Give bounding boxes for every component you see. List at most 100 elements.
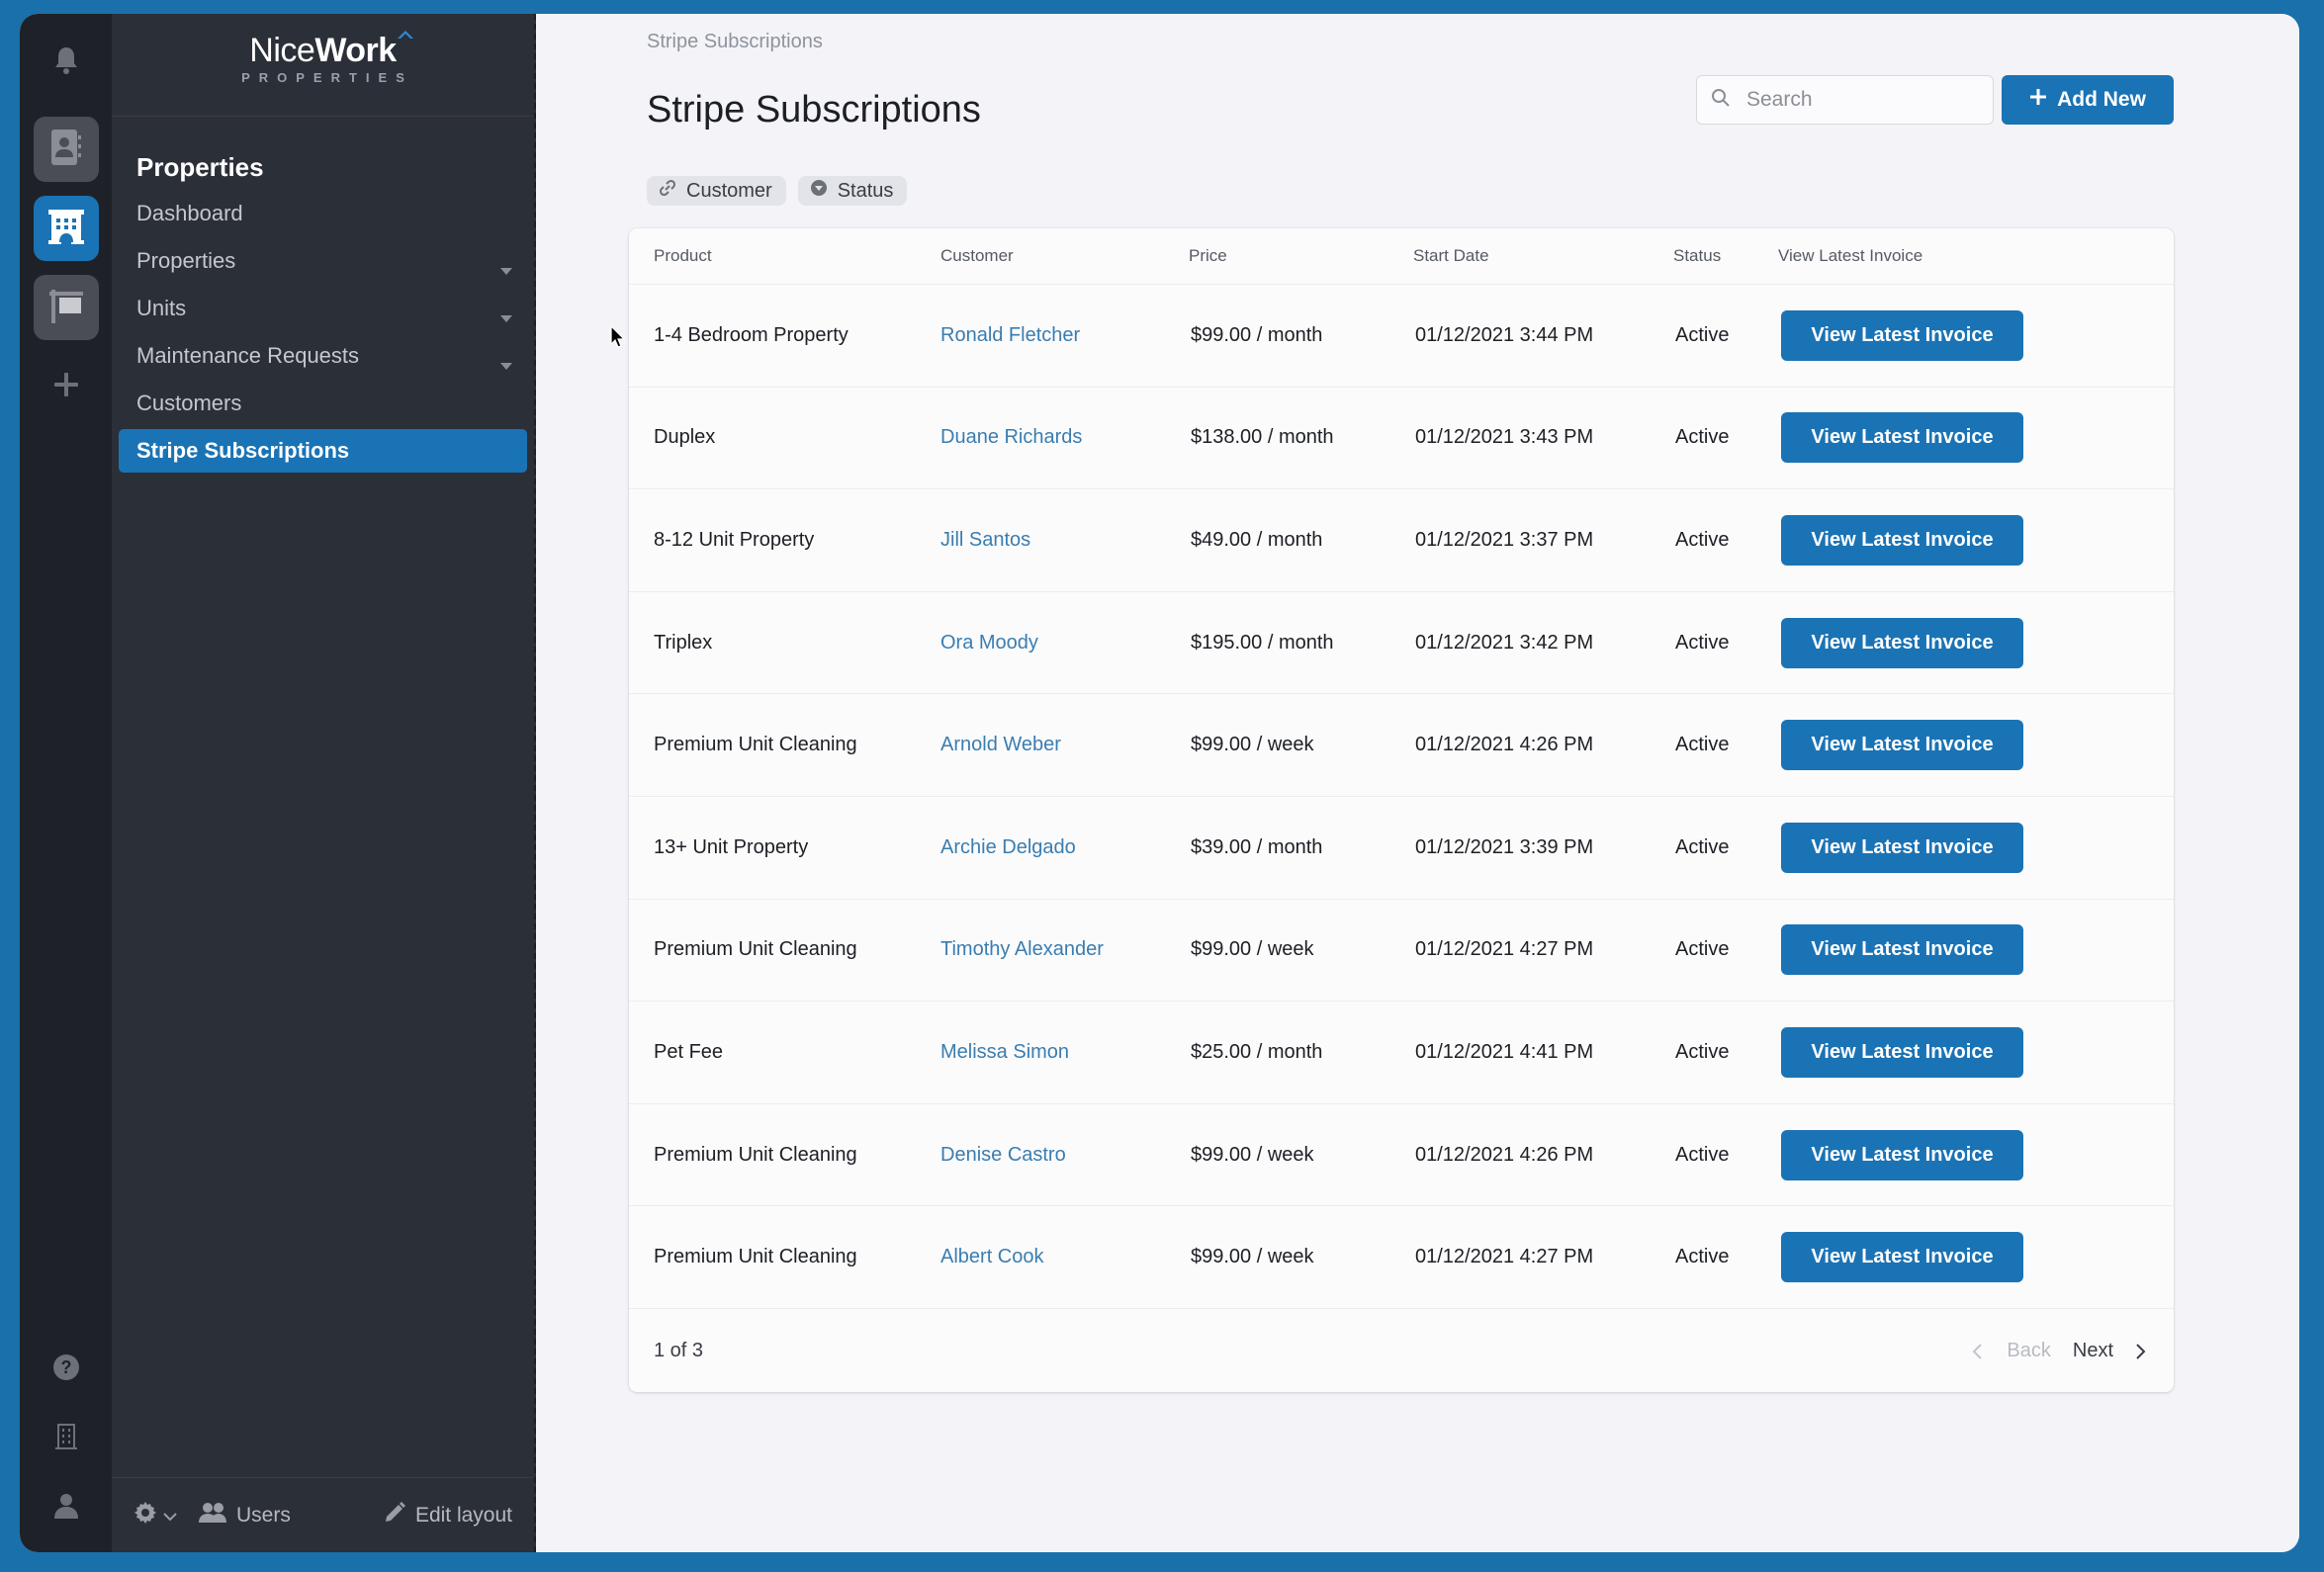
- filter-chip-customer[interactable]: Customer: [647, 176, 786, 206]
- nav-item-label: Properties: [136, 248, 236, 273]
- filter-chips: Customer Status: [647, 176, 908, 206]
- customer-link[interactable]: Arnold Weber: [940, 734, 1061, 755]
- table-row: 1-4 Bedroom Property Ronald Fletcher $99.0…: [629, 285, 2174, 388]
- cell-status: Active: [1675, 631, 1730, 654]
- cell-invoice: View Latest Invoice: [1778, 514, 2174, 566]
- view-latest-invoice-button[interactable]: View Latest Invoice: [1781, 720, 2023, 771]
- nav-item-label: Maintenance Requests: [136, 343, 360, 368]
- customer-link[interactable]: Archie Delgado: [940, 836, 1076, 858]
- cell-start-date: 01/12/2021 3:39 PM: [1415, 835, 1594, 858]
- customer-link[interactable]: Duane Richards: [940, 426, 1082, 448]
- logo-subtitle: PROPERTIES: [241, 70, 413, 85]
- add-new-label: Add New: [2057, 88, 2146, 111]
- nav-item-properties[interactable]: Properties: [119, 239, 527, 283]
- nav-section-title: Properties: [136, 152, 264, 182]
- office-building-icon[interactable]: [49, 1420, 83, 1453]
- table-body: 1-4 Bedroom Property Ronald Fletcher $99.0…: [629, 285, 2174, 1309]
- edit-layout-button[interactable]: Edit layout: [384, 1501, 512, 1529]
- cell-invoice: View Latest Invoice: [1778, 1129, 2174, 1180]
- chevron-left-icon[interactable]: [1971, 1342, 1985, 1361]
- cell-product: Triplex: [654, 631, 713, 654]
- search-input[interactable]: [1746, 88, 1964, 112]
- cell-start-date: 01/12/2021 3:44 PM: [1415, 323, 1594, 346]
- cell-start-date: 01/12/2021 3:42 PM: [1415, 631, 1594, 654]
- nav-item-stripe-subscriptions[interactable]: Stripe Subscriptions: [119, 429, 527, 473]
- cell-price: $138.00 / month: [1191, 426, 1334, 449]
- cell-product: Premium Unit Cleaning: [654, 734, 857, 756]
- nav-item-dashboard[interactable]: Dashboard: [119, 192, 527, 235]
- plus-icon[interactable]: [49, 368, 83, 401]
- cell-customer: Archie Delgado: [938, 836, 1189, 859]
- rail-tile-properties[interactable]: [33, 196, 99, 261]
- view-latest-invoice-button[interactable]: View Latest Invoice: [1781, 412, 2023, 464]
- nav-item-units[interactable]: Units: [119, 287, 527, 330]
- view-latest-invoice-button[interactable]: View Latest Invoice: [1781, 822, 2023, 873]
- view-latest-invoice-button[interactable]: View Latest Invoice: [1781, 1026, 2023, 1078]
- rail-tile-listings[interactable]: [33, 275, 99, 340]
- cell-start-date: 01/12/2021 4:26 PM: [1415, 1143, 1594, 1166]
- chevron-right-icon[interactable]: [2135, 1342, 2149, 1361]
- cell-customer: Albert Cook: [938, 1246, 1189, 1268]
- customer-link[interactable]: Ora Moody: [940, 632, 1038, 654]
- customer-link[interactable]: Ronald Fletcher: [940, 324, 1080, 346]
- settings-menu-button[interactable]: [134, 1501, 177, 1530]
- view-latest-invoice-button[interactable]: View Latest Invoice: [1781, 924, 2023, 976]
- help-icon[interactable]: ?: [49, 1351, 83, 1384]
- chevron-down-icon[interactable]: [499, 351, 513, 370]
- cell-status: Active: [1675, 426, 1730, 449]
- cell-product: Premium Unit Cleaning: [654, 1143, 857, 1166]
- cell-product: 1-4 Bedroom Property: [654, 323, 849, 346]
- bell-icon[interactable]: [49, 44, 83, 77]
- user-icon[interactable]: [49, 1489, 83, 1523]
- column-header-start-date[interactable]: Start Date: [1413, 246, 1673, 266]
- main-content: Stripe Subscriptions Stripe Subscription…: [536, 14, 2299, 1552]
- cell-price: $99.00 / month: [1191, 323, 1323, 346]
- cell-product: Pet Fee: [654, 1040, 724, 1063]
- cell-product: Duplex: [654, 426, 716, 449]
- users-button[interactable]: Users: [199, 1502, 291, 1529]
- nav-item-label: Units: [136, 296, 187, 320]
- back-button[interactable]: Back: [2007, 1340, 2050, 1362]
- cell-invoice: View Latest Invoice: [1778, 822, 2174, 873]
- pencil-icon: [384, 1501, 405, 1529]
- cell-price: $99.00 / week: [1191, 734, 1314, 756]
- mouse-cursor-icon: [610, 325, 626, 348]
- svg-text:?: ?: [60, 1357, 71, 1377]
- cell-status: Active: [1675, 835, 1730, 858]
- view-latest-invoice-button[interactable]: View Latest Invoice: [1781, 514, 2023, 566]
- users-label: Users: [236, 1503, 291, 1527]
- view-latest-invoice-button[interactable]: View Latest Invoice: [1781, 309, 2023, 361]
- customer-link[interactable]: Jill Santos: [940, 529, 1030, 551]
- view-latest-invoice-button[interactable]: View Latest Invoice: [1781, 617, 2023, 668]
- rail-tile-contacts[interactable]: [33, 117, 99, 182]
- customer-link[interactable]: Denise Castro: [940, 1144, 1066, 1166]
- nav-footer: Users Edit layout: [112, 1477, 534, 1552]
- column-header-status[interactable]: Status: [1673, 246, 1778, 266]
- column-header-product[interactable]: Product: [629, 246, 938, 266]
- logo-text-light: Nice: [249, 32, 315, 69]
- next-button[interactable]: Next: [2073, 1340, 2113, 1362]
- view-latest-invoice-button[interactable]: View Latest Invoice: [1781, 1232, 2023, 1283]
- column-header-customer[interactable]: Customer: [938, 246, 1189, 266]
- cell-customer: Duane Richards: [938, 426, 1189, 449]
- customer-link[interactable]: Melissa Simon: [940, 1041, 1069, 1063]
- add-new-button[interactable]: Add New: [2002, 75, 2174, 125]
- view-latest-invoice-button[interactable]: View Latest Invoice: [1781, 1129, 2023, 1180]
- column-header-price[interactable]: Price: [1189, 246, 1413, 266]
- cell-price: $25.00 / month: [1191, 1040, 1323, 1063]
- breadcrumb[interactable]: Stripe Subscriptions: [647, 31, 823, 53]
- chevron-down-icon[interactable]: [499, 304, 513, 322]
- customer-link[interactable]: Timothy Alexander: [940, 938, 1104, 960]
- search-box[interactable]: [1696, 75, 1994, 125]
- cell-invoice: View Latest Invoice: [1778, 924, 2174, 976]
- nav-item-customers[interactable]: Customers: [119, 382, 527, 425]
- pagination: Back Next: [1971, 1340, 2149, 1362]
- cell-invoice: View Latest Invoice: [1778, 720, 2174, 771]
- customer-link[interactable]: Albert Cook: [940, 1246, 1044, 1267]
- cell-status: Active: [1675, 1143, 1730, 1166]
- nav-item-maintenance-requests[interactable]: Maintenance Requests: [119, 334, 527, 378]
- logo: NiceWork PROPERTIES: [112, 31, 534, 85]
- filter-chip-status[interactable]: Status: [797, 176, 908, 206]
- table-row: Pet Fee Melissa Simon $25.00 / month 01/12/…: [629, 1002, 2174, 1104]
- chevron-down-icon[interactable]: [499, 256, 513, 275]
